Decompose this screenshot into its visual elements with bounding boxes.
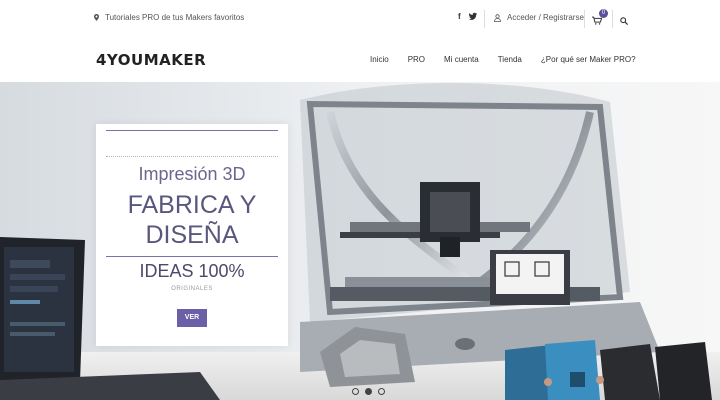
facebook-icon[interactable]: f (458, 12, 461, 21)
divider (612, 10, 613, 28)
twitter-icon[interactable] (468, 12, 477, 20)
card-dotted-rule (106, 156, 278, 157)
hero-slider: Impresión 3D FABRICA Y DISEÑA IDEAS 100%… (0, 82, 720, 400)
nav-item-inicio[interactable]: Inicio (370, 55, 389, 64)
nav-item-mi-cuenta[interactable]: Mi cuenta (444, 55, 479, 64)
hero-ideas: IDEAS 100% (139, 261, 245, 281)
card-rule-top (106, 130, 278, 131)
card-rule-middle (106, 256, 278, 257)
slider-pagination (352, 388, 385, 395)
hero-title-line2: DISEÑA (145, 221, 239, 249)
slider-dot[interactable] (352, 388, 359, 395)
hero-subtitle: Impresión 3D (138, 164, 246, 184)
search-button[interactable] (620, 12, 629, 30)
main-nav: 4YOUMAKER Inicio PRO Mi cuenta Tienda ¿P… (0, 38, 720, 82)
cart-count-badge: 0 (599, 9, 608, 18)
hero-card: Impresión 3D FABRICA Y DISEÑA IDEAS 100%… (96, 124, 288, 346)
account-label: Acceder / Registrarse (507, 13, 584, 22)
social-links: f (458, 12, 477, 21)
nav-item-por-que-pro[interactable]: ¿Por qué ser Maker PRO? (541, 55, 636, 64)
tagline: Tutoriales PRO de tus Makers favoritos (94, 13, 244, 22)
ver-button[interactable]: VER (177, 309, 207, 327)
top-bar: Tutoriales PRO de tus Makers favoritos f… (0, 0, 720, 38)
nav-menu: Inicio PRO Mi cuenta Tienda ¿Por qué ser… (370, 55, 636, 64)
hero-originals: ORIGINALES (171, 286, 213, 292)
divider (584, 10, 585, 28)
user-icon (494, 13, 501, 22)
slider-dot[interactable] (378, 388, 385, 395)
tagline-text: Tutoriales PRO de tus Makers favoritos (105, 13, 245, 22)
map-pin-icon (94, 14, 99, 21)
search-icon (620, 17, 629, 26)
hero-title-line1: FABRICA Y (127, 191, 257, 219)
nav-item-tienda[interactable]: Tienda (498, 55, 522, 64)
site-logo[interactable]: 4YOUMAKER (96, 51, 206, 69)
cart-button[interactable]: 0 (592, 9, 608, 30)
account-link[interactable]: Acceder / Registrarse (494, 13, 584, 22)
hero-title: FABRICA Y DISEÑA (96, 190, 288, 250)
slider-dot-active[interactable] (365, 388, 372, 395)
nav-item-pro[interactable]: PRO (408, 55, 425, 64)
divider (484, 10, 485, 28)
